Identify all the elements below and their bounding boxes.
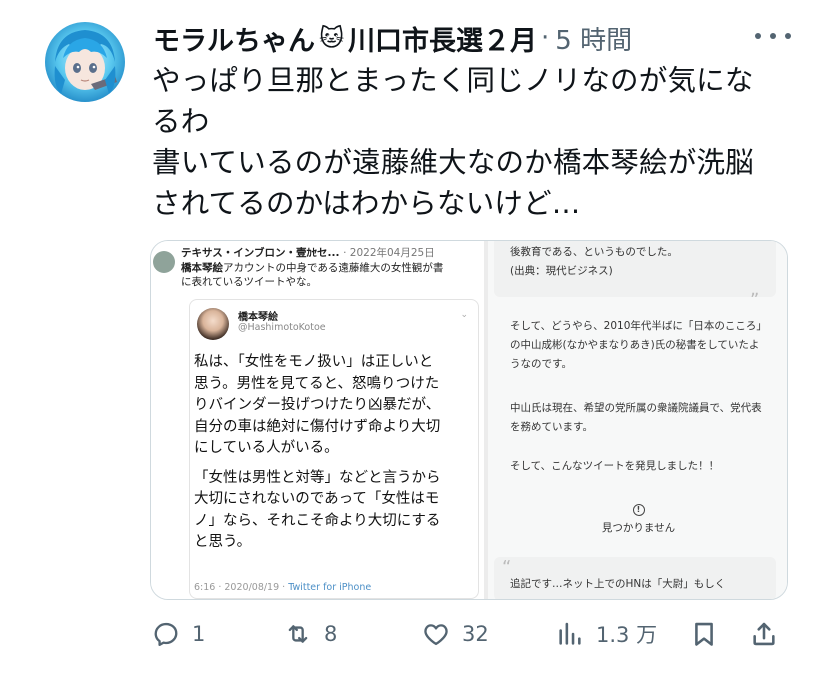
screenshot-text-line: に表れているツイートやな。 bbox=[181, 276, 317, 288]
author-avatar[interactable] bbox=[45, 22, 125, 102]
bookmark-icon bbox=[695, 622, 713, 646]
blog-line: の中山成彬(なかやまなりあき)氏の秘書をしていたよ bbox=[510, 339, 760, 351]
quoted-handle: @HashimotoKotoe bbox=[238, 322, 326, 333]
blog-text-mid: そして、どうやら、2010年代半ばに「日本のこころ」 の中山成彬(なかやまなりあ… bbox=[488, 317, 787, 374]
blog-text-mid3: そして、こんなツイートを発見しました！！ bbox=[488, 457, 787, 476]
tweet-header: モラルちゃん 🐱 川口市長選２月 · 5 時間 bbox=[153, 18, 632, 58]
more-options-icon[interactable] bbox=[755, 26, 791, 46]
reply-button[interactable]: 1 bbox=[152, 612, 205, 656]
blog-line: そして、どうやら、2010年代半ばに「日本のこころ」 bbox=[510, 320, 767, 332]
quoted-line: 私は、「女性をモノ扱い」は正しいと bbox=[194, 354, 434, 370]
tweet-media[interactable]: テキサス・インブロン・壹ｶｾセ... · 2022年04月25日 橋本琴絵アカウ… bbox=[150, 240, 788, 600]
like-count: 32 bbox=[462, 622, 489, 646]
quoted-line: にしている人がいる。 bbox=[194, 440, 339, 456]
quoted-line: ノ」なら、それこそ命より大切にする bbox=[194, 512, 441, 529]
blog-text-top: 後教育である、というものでした。 (出典：現代ビジネス) bbox=[488, 243, 787, 281]
media-image-right[interactable]: 後教育である、というものでした。 (出典：現代ビジネス) „ そして、どうやら、… bbox=[488, 241, 787, 599]
embed-not-found: ! 見つかりません bbox=[488, 504, 787, 535]
retweet-icon bbox=[288, 625, 308, 643]
quoted-avatar bbox=[197, 308, 229, 340]
blog-line: 追記です…ネット上でのHNは「大尉」もしく bbox=[510, 578, 726, 590]
not-found-text: 見つかりません bbox=[601, 522, 676, 534]
tweet-text-line: 書いているのが遠藤維大なのか橋本琴絵が洗脳 bbox=[152, 146, 754, 179]
like-button[interactable]: 32 bbox=[422, 612, 489, 656]
blog-text-mid2: 中山氏は現在、希望の党所属の衆議院議員で、党代表 を務めています。 bbox=[488, 399, 787, 437]
quoted-line: 思う。男性を見てると、怒鳴りつけた bbox=[194, 375, 440, 392]
tweet-text: やっぱり旦那とまったく同じノリなのが気にな るわ 書いているのが遠藤維大なのか橋… bbox=[152, 60, 802, 224]
author-name-suffix[interactable]: 川口市長選２月 bbox=[348, 19, 537, 58]
views-count: 1.3 万 bbox=[596, 623, 658, 647]
quoted-line: 大切にされないのであって「女性はモ bbox=[194, 491, 440, 507]
bookmark-button[interactable] bbox=[690, 612, 718, 656]
tweet-text-line: やっぱり旦那とまったく同じノリなのが気にな bbox=[152, 64, 754, 97]
blog-line: を務めています。 bbox=[510, 421, 593, 433]
screenshot-text-rest: アカウントの中身である遠藤維大の女性観が書 bbox=[223, 262, 444, 274]
quoted-footer-time: 6:16 · 2020/08/19 · bbox=[194, 582, 289, 593]
quoted-line: と思う。 bbox=[194, 534, 252, 550]
screenshot-header: テキサス・インブロン・壹ｶｾセ... · 2022年04月25日 bbox=[181, 245, 435, 260]
avatar-illustration bbox=[54, 30, 117, 94]
blog-line: 後教育である、というものでした。 bbox=[510, 246, 678, 258]
header-separator: · bbox=[541, 23, 550, 53]
tweet-actions: 1 8 32 1.3 万 bbox=[150, 612, 790, 656]
blog-text-bottom: 追記です…ネット上でのHNは「大尉」もしく bbox=[488, 575, 787, 594]
author-display-name[interactable]: モラルちゃん bbox=[153, 19, 315, 58]
tweet-text-line: るわ bbox=[152, 105, 210, 138]
screenshot-avatar bbox=[153, 251, 175, 273]
heart-icon bbox=[424, 624, 448, 646]
reply-count: 1 bbox=[192, 622, 206, 646]
quoted-name: 橋本琴絵 bbox=[238, 312, 278, 323]
tweet-timestamp[interactable]: 5 時間 bbox=[555, 20, 632, 57]
quoted-line: 「女性は男性と対等」などと言うから bbox=[194, 469, 441, 486]
quoted-tweet-card: 橋本琴絵 @HashimotoKotoe ⌄ 私は、「女性をモノ扱い」は正しいと… bbox=[189, 299, 479, 599]
chevron-down-icon: ⌄ bbox=[460, 310, 468, 320]
screenshot-author: テキサス・インブロン・壹ｶｾセ... bbox=[181, 247, 340, 259]
retweet-count: 8 bbox=[324, 622, 338, 646]
blog-line: うなのです。 bbox=[510, 358, 572, 370]
reply-icon bbox=[154, 622, 178, 647]
blog-line: 中山氏は現在、希望の党所属の衆議院議員で、党代表 bbox=[510, 402, 762, 414]
retweet-button[interactable]: 8 bbox=[284, 612, 337, 656]
quoted-footer-source: Twitter for iPhone bbox=[288, 582, 372, 593]
media-image-left[interactable]: テキサス・インブロン・壹ｶｾセ... · 2022年04月25日 橋本琴絵アカウ… bbox=[151, 241, 484, 599]
screenshot-text-line: 橋本琴絵アカウントの中身である遠藤維大の女性観が書 bbox=[181, 260, 443, 275]
quote-close-mark: „ bbox=[750, 279, 760, 300]
alert-icon: ! bbox=[632, 504, 645, 516]
quoted-line: りバインダー投げつけたり凶暴だが、 bbox=[194, 397, 441, 413]
quoted-body: 私は、「女性をモノ扱い」は正しいと 思う。男性を見てると、怒鳴りつけた りバイン… bbox=[194, 352, 480, 554]
quoted-line: 自分の車は絶対に傷付けず命より大切 bbox=[194, 418, 441, 435]
screenshot-date: · 2022年04月25日 bbox=[343, 247, 435, 259]
cat-emoji: 🐱 bbox=[319, 24, 345, 52]
screenshot-bold-name: 橋本琴絵 bbox=[181, 262, 223, 274]
blog-line: そして、こんなツイートを発見しました！！ bbox=[510, 460, 720, 472]
analytics-icon bbox=[559, 622, 581, 645]
views-button[interactable]: 1.3 万 bbox=[556, 612, 657, 656]
blog-line: (出典：現代ビジネス) bbox=[510, 265, 613, 277]
share-icon bbox=[753, 622, 775, 646]
tweet-text-line: されてるのかはわからないけど… bbox=[152, 187, 581, 220]
quoted-footer: 6:16 · 2020/08/19 · Twitter for iPhone bbox=[194, 582, 371, 593]
share-button[interactable] bbox=[750, 612, 778, 656]
